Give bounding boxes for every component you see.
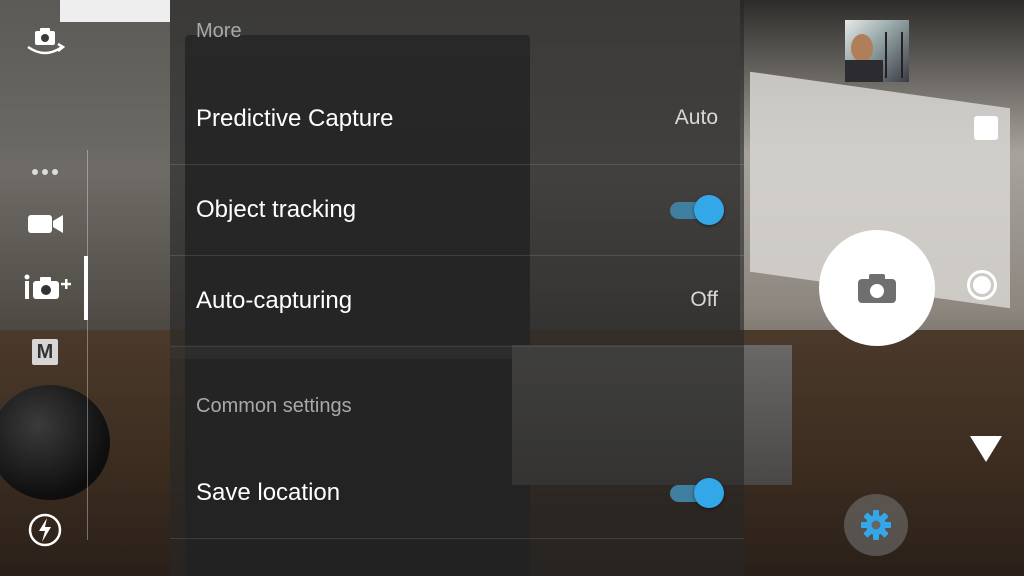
predictive-capture-value: Auto [674,106,718,129]
thumbnail-body [845,60,883,82]
mode-sidebar: M [0,0,90,576]
capture-controls [800,0,1024,576]
superior-auto-icon[interactable] [22,270,80,306]
stop-icon[interactable] [974,116,998,140]
auto-capturing-label: Auto-capturing [196,287,353,314]
record-button[interactable] [967,270,997,300]
manual-mode-icon[interactable]: M [22,334,68,370]
section-divider [170,345,744,359]
section-header-more: More [196,20,242,42]
flash-auto-icon[interactable] [22,512,68,548]
switch-camera-icon[interactable] [22,24,68,60]
setting-row-object-tracking[interactable]: Object tracking [170,165,744,256]
auto-capturing-value: Off [690,288,718,311]
shutter-button[interactable] [819,230,935,346]
object-tracking-toggle[interactable] [670,195,724,225]
thumbnail-preview[interactable] [845,20,909,82]
setting-row-auto-capturing[interactable]: Auto-capturing Off [170,256,744,347]
predictive-capture-label: Predictive Capture [196,105,394,132]
setting-row-save-location[interactable]: Save location [170,448,744,539]
settings-panel: More Predictive Capture Auto Object trac… [170,0,744,576]
shutter-camera-icon [858,274,896,303]
save-location-toggle[interactable] [670,478,724,508]
thumbnail-face [851,34,873,62]
toggle-thumb [694,195,724,225]
record-icon [973,276,991,294]
setting-row-predictive-capture[interactable]: Predictive Capture Auto [170,74,744,165]
object-tracking-label: Object tracking [196,196,357,223]
thumbnail-tripod [885,32,903,78]
more-modes-icon[interactable] [22,162,68,182]
save-location-label: Save location [196,479,341,506]
active-mode-indicator [84,256,88,320]
mode-track [87,150,88,540]
collapse-icon[interactable] [970,436,1002,462]
toggle-thumb [694,478,724,508]
settings-gear-icon [861,510,891,540]
manual-mode-label: M [32,339,58,365]
video-camera-icon[interactable] [22,206,68,242]
settings-button[interactable] [844,494,908,556]
section-header-common: Common settings [196,395,352,417]
